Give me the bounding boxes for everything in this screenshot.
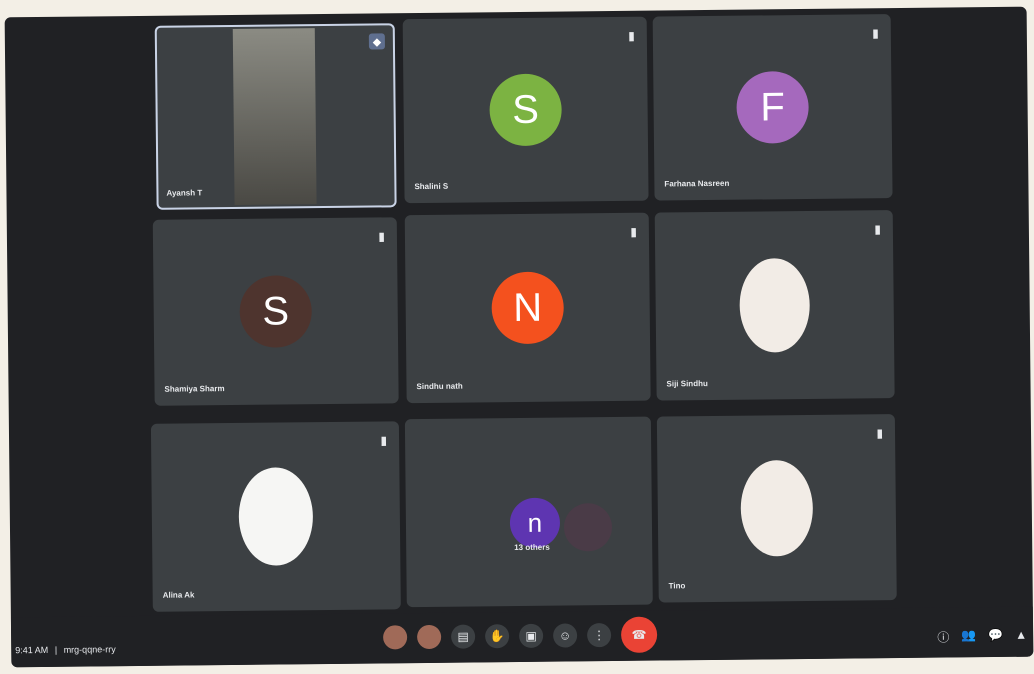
participant-name: Shalini S (414, 181, 449, 192)
meeting-code: mrg-qqne-rry (63, 644, 116, 655)
end-call-icon[interactable]: ☎ (620, 616, 658, 653)
participant-tile-alina[interactable]: ▮ Alina Ak (150, 421, 401, 612)
avatar: S (489, 73, 562, 147)
participant-tile-tino[interactable]: ▮ Tino (656, 414, 897, 603)
self-view-icon[interactable] (383, 625, 408, 650)
self-view-icon[interactable] (417, 624, 442, 650)
participant-name: 13 others (514, 542, 550, 553)
participant-name: Ayansh T (166, 188, 203, 198)
activities-icon[interactable]: ☺ (553, 623, 578, 648)
avatar: N (491, 271, 565, 345)
mic-off-icon: ▮ (874, 222, 881, 237)
pin-icon[interactable]: ◆ (368, 33, 385, 50)
captions-icon[interactable]: ▤ (451, 624, 476, 649)
people-icon[interactable]: 👥 (961, 628, 976, 645)
mic-off-icon: ▮ (628, 28, 635, 43)
participant-tile-others[interactable]: n 13 others (404, 416, 653, 608)
participant-name: Shamiya Sharm (164, 384, 225, 394)
present-icon[interactable]: ▣ (519, 623, 544, 649)
participant-photo (238, 467, 314, 566)
participant-tile-farhana[interactable]: F ▮ Farhana Nasreen (652, 14, 893, 201)
participant-video (232, 28, 317, 205)
participant-name: Alina Ak (162, 590, 195, 600)
avatar: S (239, 275, 313, 348)
more-icon[interactable]: ⋮ (587, 623, 612, 648)
participant-tile-sindhu[interactable]: N ▮ Sindhu nath (404, 212, 651, 404)
participant-name: Tino (668, 581, 686, 591)
meeting-time: 9:41 AM (15, 644, 49, 656)
side-controls: ⓘ 👥 💬 ▲ (937, 628, 1027, 646)
meeting-info: 9:41 AM | mrg-qqne-rry (15, 644, 116, 656)
participant-name: Siji Sindhu (666, 379, 708, 389)
mic-off-icon: ▮ (380, 433, 388, 448)
activities-icon[interactable]: ▲ (1015, 628, 1027, 645)
hand-icon[interactable]: ✋ (485, 624, 510, 649)
avatar: n (509, 497, 561, 549)
avatar: F (736, 70, 809, 144)
mic-off-icon: ▮ (630, 224, 637, 239)
participant-photo (740, 459, 814, 557)
participant-name: Farhana Nasreen (664, 178, 730, 189)
mic-off-icon: ▮ (378, 229, 386, 244)
mic-off-icon: ▮ (872, 26, 879, 41)
participant-photo (739, 257, 811, 353)
participant-tile-shamiya[interactable]: S ▮ Shamiya Sharm (152, 217, 399, 406)
participant-name: Sindhu nath (416, 381, 463, 392)
meeting-screen: ◆ Ayansh T S ▮ Shalini S F ▮ Farhana Nas… (4, 6, 1034, 668)
chat-icon[interactable]: 💬 (988, 628, 1003, 645)
participant-tile-siji[interactable]: ▮ Siji Sindhu (654, 210, 895, 401)
info-icon[interactable]: ⓘ (937, 629, 949, 646)
participant-tile-ayansh[interactable]: ◆ Ayansh T (154, 23, 397, 210)
mic-off-icon: ▮ (876, 426, 884, 441)
participant-tile-shalini[interactable]: S ▮ Shalini S (402, 16, 649, 204)
meeting-controls: ▤ ✋ ▣ ☺ ⋮ ☎ (383, 616, 658, 656)
control-bar: 9:41 AM | mrg-qqne-rry ▤ ✋ ▣ ☺ ⋮ ☎ ⓘ 👥 💬… (10, 606, 1034, 668)
participant-photo (563, 503, 613, 552)
